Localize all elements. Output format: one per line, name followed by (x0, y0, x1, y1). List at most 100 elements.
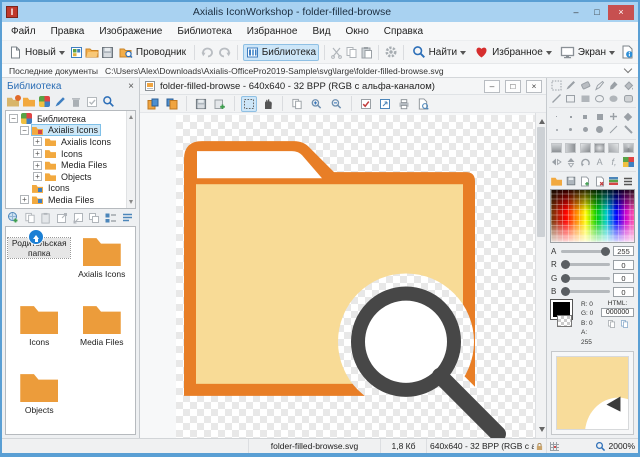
brush-dot-2-icon[interactable] (550, 124, 563, 136)
brush-size-2-icon[interactable] (564, 111, 577, 123)
gradient-vertical-icon[interactable] (550, 142, 563, 154)
tree-item-icons-sub[interactable]: + Icons (6, 148, 135, 160)
recent-chevron-down-icon[interactable] (623, 64, 633, 74)
tree-item-library-root[interactable]: − Библиотека (6, 113, 135, 125)
document-close-button[interactable]: × (526, 79, 542, 93)
screen-button[interactable]: Экран (557, 43, 618, 61)
paste-color-icon[interactable] (620, 319, 629, 329)
batch-item-icon[interactable] (88, 212, 100, 224)
menu-favorites[interactable]: Избранное (247, 26, 298, 37)
item-icons[interactable]: Icons (8, 303, 70, 371)
gradient-horizontal-icon[interactable] (564, 142, 577, 154)
rectangle-tool-icon[interactable] (564, 92, 577, 104)
redo-icon[interactable] (217, 46, 232, 59)
line-tool-icon[interactable] (550, 92, 563, 104)
blue-value-field[interactable]: 0 (613, 286, 634, 297)
item-parent-folder[interactable]: Родительская папка (7, 229, 72, 303)
paste-item-icon[interactable] (40, 212, 52, 224)
favorites-button[interactable]: Избранное (471, 43, 555, 61)
new-palette-icon[interactable] (579, 175, 592, 187)
copy-icon[interactable] (345, 46, 358, 59)
resize-image-icon[interactable] (377, 96, 393, 112)
blue-slider[interactable] (561, 287, 610, 297)
color-palette[interactable] (550, 189, 635, 244)
save-document-icon[interactable] (193, 96, 209, 112)
cut-icon[interactable] (330, 46, 343, 59)
image-format-1-icon[interactable] (145, 96, 161, 112)
delete-trash-icon[interactable] (70, 96, 82, 108)
undo-icon[interactable] (200, 46, 215, 59)
tree-item-axialis-icons[interactable]: − Axialis Icons (6, 124, 135, 137)
slider-thumb[interactable] (561, 287, 570, 297)
zoom-in-icon[interactable] (308, 96, 325, 112)
expand-box-icon[interactable]: + (20, 195, 29, 205)
slider-thumb[interactable] (601, 246, 610, 256)
menu-edit[interactable]: Правка (51, 26, 85, 37)
print-preview-icon[interactable] (415, 96, 431, 112)
pencil-tool-icon[interactable] (564, 79, 577, 91)
save-palette-icon[interactable] (564, 175, 577, 187)
open-library-icon[interactable] (23, 97, 35, 107)
import-item-icon[interactable] (72, 212, 84, 224)
edit-pencil-icon[interactable] (54, 96, 66, 108)
new-button[interactable]: Новый (6, 44, 68, 61)
document-minimize-button[interactable]: – (484, 79, 500, 93)
eraser-tool-icon[interactable] (579, 79, 592, 91)
scroll-down-icon[interactable] (539, 427, 545, 435)
marquee-tool-icon[interactable] (550, 79, 563, 91)
gradient-radial-icon[interactable] (593, 142, 606, 154)
collapse-box-icon[interactable]: − (20, 125, 29, 135)
item-axialis-icons[interactable]: Axialis Icons (71, 235, 133, 303)
menu-window[interactable]: Окно (346, 26, 369, 37)
adjust-colors-icon[interactable] (622, 156, 635, 168)
ellipse-tool-icon[interactable] (593, 92, 606, 104)
open-palette-icon[interactable] (550, 175, 563, 187)
tree-item-icons[interactable]: Icons (6, 183, 135, 195)
minimize-button[interactable]: – (566, 5, 586, 20)
tree-item-media-files-sub[interactable]: + Media Files (6, 159, 135, 171)
pen-tool-icon[interactable] (593, 79, 606, 91)
green-value-field[interactable]: 0 (613, 273, 634, 284)
maximize-button[interactable]: □ (587, 5, 607, 20)
hand-tool-icon[interactable] (260, 96, 276, 112)
flip-horizontal-icon[interactable] (550, 156, 563, 168)
scrollbar-thumb[interactable] (537, 127, 545, 237)
flip-vertical-icon[interactable] (564, 156, 577, 168)
gradient-corner-icon[interactable] (607, 142, 620, 154)
view-list-icon[interactable] (121, 212, 134, 224)
expand-box-icon[interactable]: + (33, 137, 42, 147)
alpha-value-field[interactable]: 255 (613, 246, 634, 257)
copy-color-icon[interactable] (607, 319, 616, 329)
palette-menu-icon[interactable] (622, 175, 635, 187)
brush-circle-7-icon[interactable] (593, 124, 606, 136)
delete-palette-icon[interactable] (593, 175, 606, 187)
item-objects[interactable]: Objects (8, 371, 70, 434)
paste-icon[interactable] (360, 46, 373, 59)
canvas-artwork[interactable] (176, 115, 536, 438)
save-icon[interactable] (101, 46, 114, 59)
brush-square-5-icon[interactable] (593, 111, 606, 123)
brush-slash-thick-icon[interactable] (622, 124, 635, 136)
image-format-2-icon[interactable] (164, 96, 180, 112)
rounded-rect-tool-icon[interactable] (622, 92, 635, 104)
settings-gear-icon[interactable] (384, 45, 398, 59)
item-media-files[interactable]: Media Files (71, 303, 133, 371)
brush-circle-5-icon[interactable] (579, 124, 592, 136)
slider-thumb[interactable] (561, 273, 570, 283)
view-large-icons-icon[interactable] (104, 212, 117, 224)
document-info-icon[interactable] (620, 45, 634, 59)
brush-size-1-icon[interactable] (550, 111, 563, 123)
rotate-icon[interactable] (579, 156, 592, 168)
document-maximize-button[interactable]: □ (505, 79, 521, 93)
slider-thumb[interactable] (561, 260, 570, 270)
zoom-out-icon[interactable] (328, 96, 345, 112)
close-button[interactable]: × (608, 4, 634, 20)
add-to-library-icon[interactable] (7, 211, 20, 224)
palette-colors-icon[interactable] (607, 175, 620, 187)
color-swatches[interactable] (550, 298, 578, 330)
brush-dot-3-icon[interactable] (564, 124, 577, 136)
pixel-grid-icon[interactable] (550, 441, 559, 451)
document-title-bar[interactable]: folder-filled-browse - 640x640 - 32 BPP … (140, 78, 546, 95)
fill-bucket-tool-icon[interactable] (622, 79, 635, 91)
library-properties-icon[interactable] (39, 96, 50, 107)
